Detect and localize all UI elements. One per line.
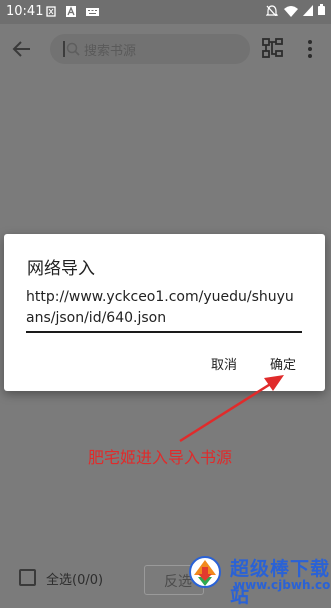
signal-icon <box>302 5 313 16</box>
watermark-logo-icon <box>189 556 221 588</box>
cancel-button[interactable]: 取消 <box>211 354 237 373</box>
app-bar: 搜索书源 <box>0 24 331 74</box>
url-input-value[interactable]: http://www.yckceo1.com/yuedu/shuyuans/js… <box>26 287 302 329</box>
select-all-checkbox[interactable] <box>19 569 36 586</box>
watermark-url: www.cjbwh.com <box>234 578 331 592</box>
watermark: 超级棒下载站 www.cjbwh.com <box>182 550 331 607</box>
more-vert-icon[interactable] <box>307 38 313 60</box>
text-cursor <box>63 41 65 57</box>
keyboard-icon <box>86 8 99 16</box>
search-placeholder: 搜索书源 <box>84 44 137 59</box>
group-tree-icon[interactable] <box>262 37 284 59</box>
bell-off-icon <box>266 5 278 16</box>
search-icon <box>66 42 80 56</box>
network-import-dialog: 网络导入 http://www.yckceo1.com/yuedu/shuyua… <box>4 234 325 391</box>
ok-button[interactable]: 确定 <box>270 354 296 373</box>
url-input-field[interactable]: http://www.yckceo1.com/yuedu/shuyuans/js… <box>26 287 302 333</box>
status-bar: 10:41 <box>0 0 331 24</box>
wifi-icon <box>284 6 298 17</box>
annotation-text: 肥宅姬进入导入书源 <box>88 448 233 467</box>
back-arrow-icon[interactable] <box>10 38 34 60</box>
input-underline <box>26 331 302 333</box>
app-a-icon <box>66 6 76 17</box>
notification-icon <box>46 6 56 17</box>
dialog-title: 网络导入 <box>27 259 95 279</box>
battery-icon <box>318 4 325 15</box>
search-input[interactable]: 搜索书源 <box>50 34 250 64</box>
status-time: 10:41 <box>6 4 44 19</box>
select-all-label[interactable]: 全选(0/0) <box>46 569 103 588</box>
